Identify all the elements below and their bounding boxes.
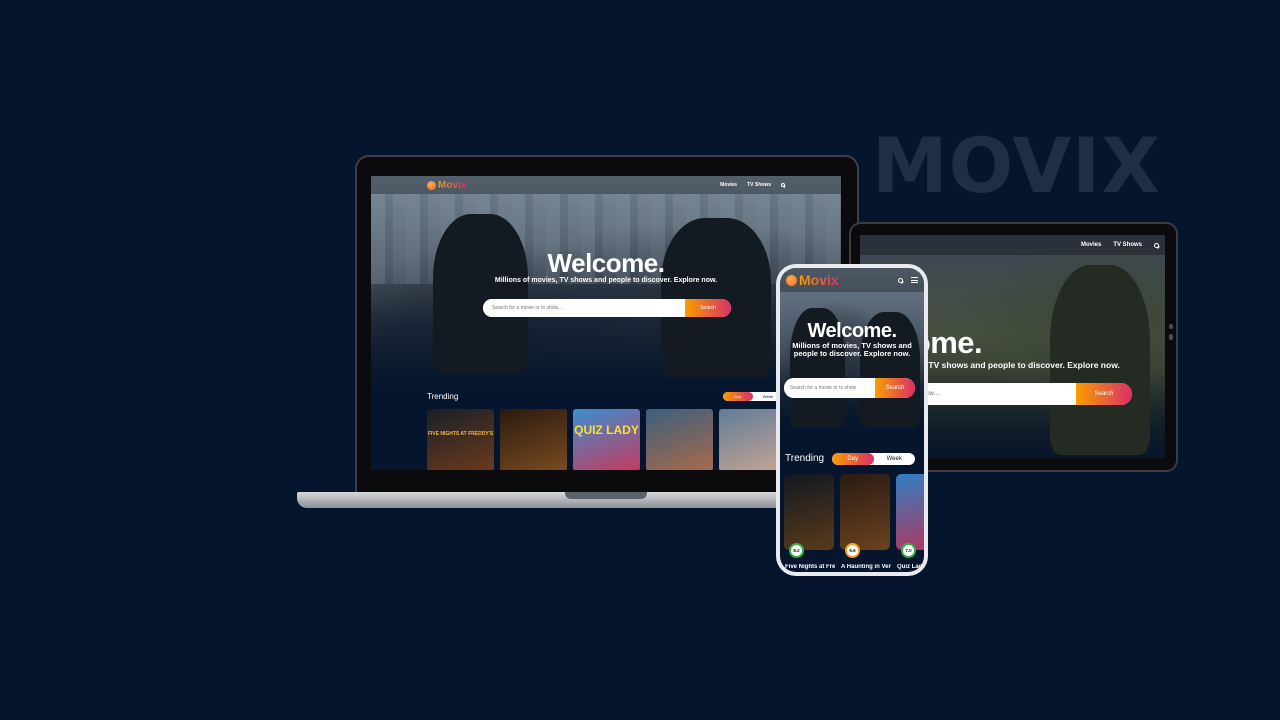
movie-card[interactable] [500, 409, 567, 470]
navbar: Movix [780, 268, 924, 292]
nav-movies[interactable]: Movies [1081, 242, 1101, 248]
movie-card[interactable] [784, 474, 834, 550]
brand-watermark: MOVIX [872, 121, 1161, 210]
logo-icon [427, 180, 436, 190]
nav-tv-shows[interactable]: TV Shows [1113, 242, 1142, 248]
laptop-notch [565, 492, 647, 499]
logo-text: Movix [438, 179, 467, 191]
search-icon[interactable] [1154, 242, 1159, 248]
menu-icon[interactable] [911, 277, 918, 283]
search-button[interactable]: Search [1076, 383, 1132, 405]
poster-title: QUIZ LADY [574, 423, 639, 437]
trending-title: Trending [785, 453, 825, 464]
search-input[interactable] [784, 378, 875, 398]
logo-text: Movix [799, 272, 839, 288]
logo-icon [786, 274, 797, 286]
hero-figure [661, 218, 771, 378]
rating-badge: 8.2 [789, 543, 804, 558]
tablet-camera [1169, 324, 1173, 329]
search-input[interactable] [908, 383, 1076, 405]
search-button[interactable]: Search [685, 299, 731, 317]
toggle-week[interactable]: Week [874, 453, 916, 465]
movie-title[interactable]: Five Nights at Freddy's [785, 564, 835, 570]
search-input[interactable] [483, 299, 685, 317]
hero-subtitle: Millions of movies, TV shows and people … [494, 277, 718, 284]
search-icon[interactable] [781, 183, 785, 187]
navbar: Movix Movies TV Shows [371, 176, 841, 194]
nav-tv-shows[interactable]: TV Shows [747, 182, 771, 188]
hero-subtitle: Millions of movies, TV shows and people … [792, 341, 912, 358]
toggle-day[interactable]: Day [723, 392, 753, 401]
toggle-day[interactable]: Day [832, 453, 874, 465]
nav-movies[interactable]: Movies [720, 182, 737, 188]
hero-title: Welcome. [807, 320, 898, 342]
search-icon[interactable] [898, 277, 903, 283]
movie-title[interactable]: Quiz Lady [897, 564, 924, 570]
logo[interactable]: Movix [427, 180, 466, 191]
logo[interactable]: Movix [786, 272, 839, 288]
movie-card[interactable]: QUIZ LADY [573, 409, 640, 470]
tablet-camera [1169, 334, 1173, 340]
search-bar: Search [483, 299, 731, 317]
movie-card[interactable] [646, 409, 713, 470]
movie-card[interactable]: FIVE NIGHTS AT FREDDY'S [427, 409, 494, 470]
hero-title: Welcome. [547, 248, 665, 278]
trending-header: Trending Day Week [785, 453, 919, 465]
laptop-screen: Movix Movies TV Shows Welcome. Millions … [371, 176, 841, 470]
hero-figure [433, 214, 528, 374]
search-bar: Search [784, 378, 915, 398]
rating-badge: 7.0 [901, 543, 916, 558]
poster-title: FIVE NIGHTS AT FREDDY'S [427, 431, 494, 437]
day-week-toggle[interactable]: Day Week [723, 392, 783, 401]
movie-title[interactable]: A Haunting in Venice [841, 564, 891, 570]
rating-badge: 6.6 [845, 543, 860, 558]
phone-screen: Movix Welcome. Millions of movies, TV sh… [780, 268, 924, 572]
search-button[interactable]: Search [875, 378, 915, 398]
movie-card[interactable] [896, 474, 924, 550]
navbar: Movies TV Shows [860, 235, 1165, 255]
trending-title: Trending [427, 392, 459, 401]
day-week-toggle[interactable]: Day Week [832, 453, 915, 465]
search-bar: Search [908, 383, 1132, 405]
movie-card[interactable] [840, 474, 890, 550]
